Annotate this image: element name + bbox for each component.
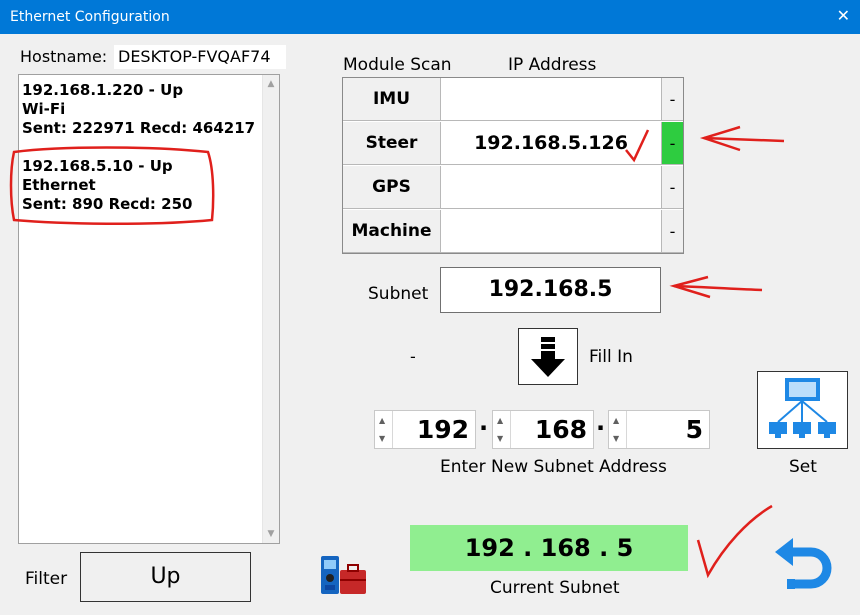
module-name: Steer: [343, 122, 441, 165]
title-bar: Ethernet Configuration ✕: [0, 0, 860, 34]
spin-down-icon[interactable]: ▼: [497, 434, 503, 443]
module-ip: 192.168.5.126: [441, 122, 662, 165]
hostname-label: Hostname:: [20, 47, 108, 66]
fill-in-button[interactable]: [518, 328, 578, 385]
filter-button[interactable]: Up: [80, 552, 251, 602]
module-ip: [441, 78, 662, 121]
interface-address: 192.168.1.220 - Up: [22, 81, 184, 99]
set-button[interactable]: [757, 371, 848, 449]
interface-list[interactable]: 192.168.1.220 - Up Wi-Fi Sent: 222971 Re…: [18, 74, 280, 544]
network-icon: [769, 378, 836, 438]
spin-up-icon[interactable]: ▲: [379, 416, 385, 425]
subnet-value: 192.168.5: [440, 267, 661, 313]
set-label: Set: [789, 457, 817, 477]
module-status[interactable]: -: [662, 210, 683, 253]
octet-spinner[interactable]: ▲ ▼: [493, 411, 511, 448]
octet-separator: ·: [596, 414, 606, 442]
list-item[interactable]: 192.168.1.220 - Up Wi-Fi Sent: 222971 Re…: [22, 81, 255, 138]
tools-icon[interactable]: [318, 554, 368, 598]
octet-separator: ·: [479, 414, 489, 442]
current-subnet-value: 192 . 168 . 5: [410, 525, 688, 571]
module-name: Machine: [343, 210, 441, 253]
subnet-label: Subnet: [368, 284, 429, 304]
module-name: IMU: [343, 78, 441, 121]
ip-address-header: IP Address: [508, 55, 597, 75]
module-scan-header: Module Scan: [343, 55, 452, 75]
module-row-steer: Steer 192.168.5.126 -: [343, 122, 683, 166]
module-status[interactable]: -: [662, 122, 683, 165]
octet-1-stepper[interactable]: ▲ ▼ 192: [374, 410, 476, 449]
fill-status: -: [410, 347, 416, 366]
interface-traffic: Sent: 890 Recd: 250: [22, 195, 193, 213]
module-ip: [441, 210, 662, 253]
octet-3-value[interactable]: 5: [686, 411, 703, 448]
interface-type: Ethernet: [22, 176, 96, 194]
hostname-value: DESKTOP-FVQAF74: [114, 45, 286, 69]
spin-up-icon[interactable]: ▲: [613, 416, 619, 425]
arrow-down-icon: [531, 337, 565, 377]
window-title: Ethernet Configuration: [10, 9, 170, 25]
current-subnet-label: Current Subnet: [490, 578, 620, 598]
undo-icon[interactable]: [773, 532, 837, 594]
module-ip: [441, 166, 662, 209]
octet-spinner[interactable]: ▲ ▼: [375, 411, 393, 448]
module-row-machine: Machine -: [343, 210, 683, 254]
octet-3-stepper[interactable]: ▲ ▼ 5: [608, 410, 710, 449]
octet-2-value[interactable]: 168: [535, 411, 587, 448]
octet-2-stepper[interactable]: ▲ ▼ 168: [492, 410, 594, 449]
list-item[interactable]: 192.168.5.10 - Up Ethernet Sent: 890 Rec…: [22, 157, 192, 214]
module-table: IMU - Steer 192.168.5.126 - GPS - Machin…: [342, 77, 684, 254]
octet-1-value[interactable]: 192: [417, 411, 469, 448]
interface-address: 192.168.5.10 - Up: [22, 157, 173, 175]
list-scrollbar[interactable]: ▲ ▼: [262, 75, 279, 543]
octet-spinner[interactable]: ▲ ▼: [609, 411, 627, 448]
interface-type: Wi-Fi: [22, 100, 66, 118]
module-row-imu: IMU -: [343, 78, 683, 122]
module-name: GPS: [343, 166, 441, 209]
spin-up-icon[interactable]: ▲: [497, 416, 503, 425]
scroll-up-icon[interactable]: ▲: [266, 79, 276, 89]
close-icon[interactable]: ✕: [837, 6, 850, 25]
module-status[interactable]: -: [662, 166, 683, 209]
ethernet-config-window: Ethernet Configuration ✕ Hostname: DESKT…: [0, 0, 860, 615]
scroll-down-icon[interactable]: ▼: [266, 529, 276, 539]
spin-down-icon[interactable]: ▼: [379, 434, 385, 443]
spin-down-icon[interactable]: ▼: [613, 434, 619, 443]
fill-in-label: Fill In: [589, 347, 633, 367]
enter-subnet-label: Enter New Subnet Address: [440, 457, 667, 477]
module-row-gps: GPS -: [343, 166, 683, 210]
filter-label: Filter: [25, 569, 68, 589]
interface-traffic: Sent: 222971 Recd: 464217: [22, 119, 256, 137]
module-status[interactable]: -: [662, 78, 683, 121]
